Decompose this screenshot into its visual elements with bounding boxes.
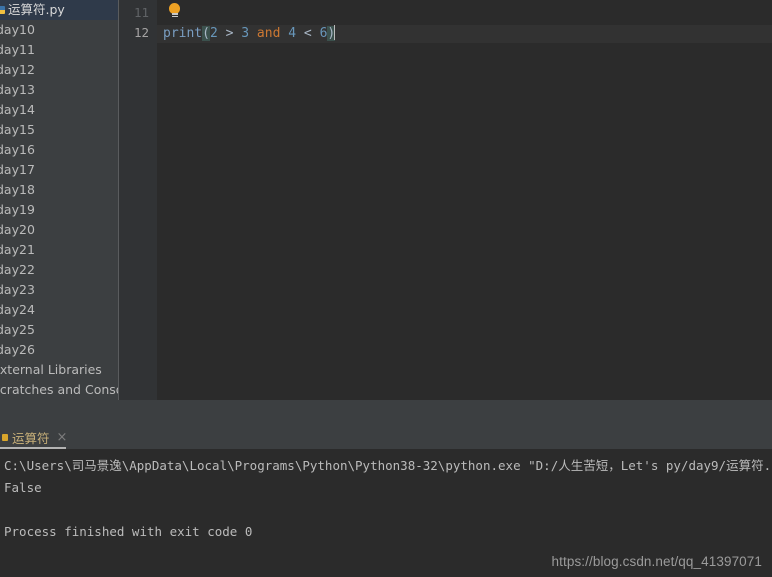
tree-item-day23[interactable]: day23: [0, 280, 118, 300]
tree-item-day22[interactable]: day22: [0, 260, 118, 280]
tree-item-label: day19: [0, 202, 35, 217]
text-caret: [334, 25, 336, 40]
tree-item-day21[interactable]: day21: [0, 240, 118, 260]
code-line-12[interactable]: print(2 > 3 and 4 < 6): [163, 25, 336, 43]
console-output[interactable]: C:\Users\司马景逸\AppData\Local\Programs\Pyt…: [0, 449, 772, 577]
tree-item-day15[interactable]: day15: [0, 120, 118, 140]
tree-item-label: day13: [0, 82, 35, 97]
tree-item-label: Scratches and Consoles: [0, 382, 118, 397]
tree-item-label: day21: [0, 242, 35, 257]
tree-item-day26[interactable]: day26: [0, 340, 118, 360]
tree-item-day25[interactable]: day25: [0, 320, 118, 340]
tree-item-label: day24: [0, 302, 35, 317]
line-number: 12: [133, 25, 149, 40]
tree-item-day13[interactable]: day13: [0, 80, 118, 100]
tree-item-label: day20: [0, 222, 35, 237]
watermark-url: https://blog.csdn.net/qq_41397071: [551, 554, 762, 569]
code-token-function: print: [163, 26, 203, 41]
tree-item-day19[interactable]: day19: [0, 200, 118, 220]
tree-item-label: 运算符.py: [8, 2, 65, 17]
console-line-exit-status: Process finished with exit code 0: [4, 524, 253, 539]
tree-item-day16[interactable]: day16: [0, 140, 118, 160]
tree-item-label: day15: [0, 122, 35, 137]
tree-item-label: day12: [0, 62, 35, 77]
tree-item-label: day26: [0, 342, 35, 357]
tree-item-label: day10: [0, 22, 35, 37]
tree-item-scratches-and-consoles[interactable]: Scratches and Consoles: [0, 380, 118, 400]
code-token-operator-gt: >: [217, 26, 242, 41]
tree-item-day18[interactable]: day18: [0, 180, 118, 200]
pycharm-window: 运算符.py day10 day11 day12 day13 day14 day…: [0, 0, 772, 577]
lightbulb-icon[interactable]: [169, 3, 180, 17]
console-tab-run-config[interactable]: 运算符 ×: [0, 425, 78, 449]
tree-item-label: External Libraries: [0, 362, 102, 377]
tree-item-day20[interactable]: day20: [0, 220, 118, 240]
editor-gutter[interactable]: 11 12: [119, 0, 157, 400]
run-tool-window: 运算符 × C:\Users\司马景逸\AppData\Local\Progra…: [0, 425, 772, 577]
tree-item-day24[interactable]: day24: [0, 300, 118, 320]
code-token-operator-lt: <: [296, 26, 320, 41]
tree-item-external-libraries[interactable]: External Libraries: [0, 360, 118, 380]
python-file-icon: [0, 6, 5, 14]
tree-item-label: day25: [0, 322, 35, 337]
code-token-keyword-and: and: [249, 26, 289, 41]
tree-item-day12[interactable]: day12: [0, 60, 118, 80]
run-config-icon: [2, 434, 8, 441]
tree-item-label: day16: [0, 142, 35, 157]
tree-item-label: day14: [0, 102, 35, 117]
code-token-number: 3: [241, 26, 250, 41]
console-line-output: False: [4, 480, 42, 495]
line-number: 11: [133, 5, 149, 20]
tree-item-label: day17: [0, 162, 35, 177]
code-token-open-paren: (: [202, 26, 210, 41]
tree-item-label: day23: [0, 282, 35, 297]
console-tab-label: 运算符: [12, 430, 50, 446]
tree-item-day14[interactable]: day14: [0, 100, 118, 120]
console-tabbar: 运算符 ×: [0, 425, 772, 449]
code-editor[interactable]: 11 12 print(2 > 3 and 4 < 6): [119, 0, 772, 400]
tree-item-day11[interactable]: day11: [0, 40, 118, 60]
code-token-number: 4: [288, 26, 297, 41]
tree-item-label: day18: [0, 182, 35, 197]
console-line-command: C:\Users\司马景逸\AppData\Local\Programs\Pyt…: [4, 458, 772, 473]
editor-console-splitter[interactable]: [0, 400, 772, 425]
tree-item-active-file[interactable]: 运算符.py: [0, 0, 118, 20]
code-token-number: 2: [209, 26, 218, 41]
project-tree-sidebar[interactable]: 运算符.py day10 day11 day12 day13 day14 day…: [0, 0, 118, 400]
close-icon[interactable]: ×: [57, 431, 68, 444]
tree-item-day17[interactable]: day17: [0, 160, 118, 180]
splitter-left-block: [0, 400, 62, 420]
tree-item-day10[interactable]: day10: [0, 20, 118, 40]
tree-item-label: day11: [0, 42, 35, 57]
tree-item-label: day22: [0, 262, 35, 277]
editor-text-area[interactable]: print(2 > 3 and 4 < 6): [157, 0, 772, 400]
